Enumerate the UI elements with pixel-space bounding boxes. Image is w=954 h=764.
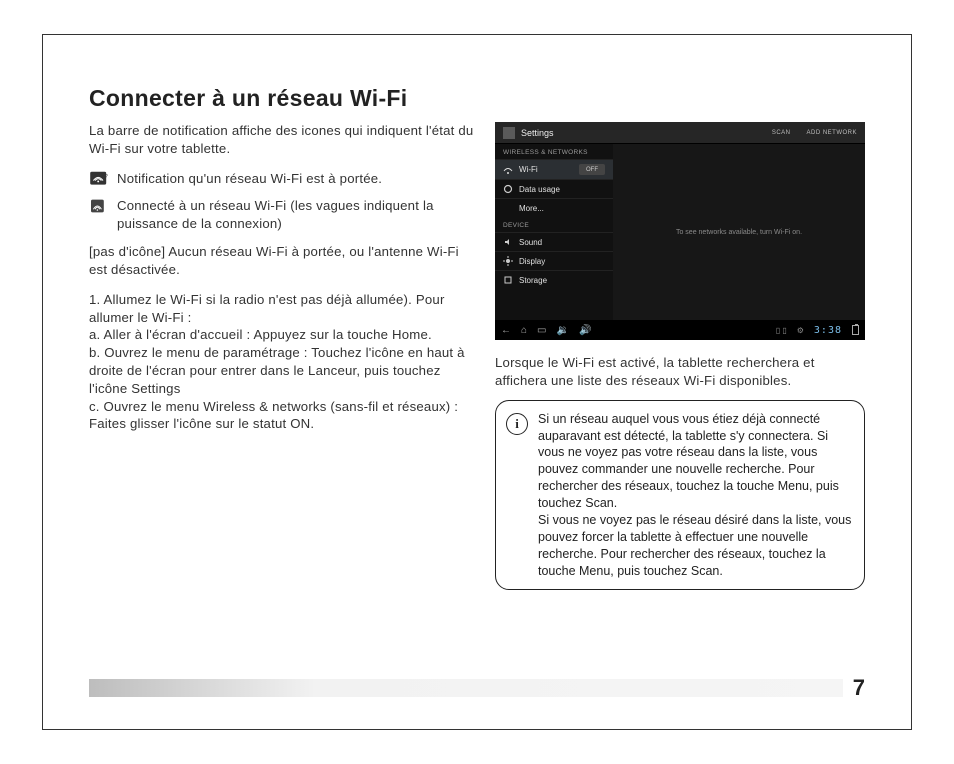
wifi-available-icon: ?: [89, 171, 109, 187]
sound-label: Sound: [519, 238, 542, 247]
sidebar-item-display[interactable]: Display: [495, 251, 613, 270]
tablet-topbar: Settings SCAN ADD NETWORK: [495, 122, 865, 144]
tablet-sidebar: WIRELESS & NETWORKS Wi-Fi OFF: [495, 144, 613, 320]
wifi-connected-line: Connecté à un réseau Wi-Fi (les vagues i…: [89, 197, 475, 233]
status-icon: ▯ ▯: [776, 326, 787, 335]
page-footer: 7: [89, 677, 865, 699]
right-paragraph: Lorsque le Wi-Fi est activé, la tablette…: [495, 354, 865, 390]
sidebar-item-sound[interactable]: Sound: [495, 232, 613, 251]
sidebar-item-data-usage[interactable]: Data usage: [495, 179, 613, 198]
info-p2: Si vous ne voyez pas le réseau désiré da…: [538, 513, 851, 578]
wifi-connected-text: Connecté à un réseau Wi-Fi (les vagues i…: [117, 197, 475, 233]
storage-label: Storage: [519, 276, 547, 285]
bug-icon: ⚙: [797, 326, 804, 335]
step-c: c. Ouvrez le menu Wireless & networks (s…: [89, 398, 475, 434]
step-1: 1. Allumez le Wi-Fi si la radio n'est pa…: [89, 291, 475, 327]
footer-gradient: [89, 679, 843, 697]
page-title: Connecter à un réseau Wi-Fi: [89, 85, 865, 112]
info-icon: i: [506, 413, 528, 435]
tablet-screenshot: Settings SCAN ADD NETWORK WIRELESS & NET…: [495, 122, 865, 340]
data-usage-icon: [503, 184, 513, 194]
intro-text: La barre de notification affiche des ico…: [89, 122, 475, 158]
wifi-toggle[interactable]: OFF: [579, 164, 605, 175]
recents-icon[interactable]: ▭: [537, 325, 546, 336]
data-usage-label: Data usage: [519, 185, 560, 194]
step-a: a. Aller à l'écran d'accueil : Appuyez s…: [89, 326, 475, 344]
svg-text:?: ?: [105, 174, 108, 180]
back-icon[interactable]: ←: [501, 325, 511, 336]
section-wireless: WIRELESS & NETWORKS: [495, 144, 613, 159]
tablet-body: WIRELESS & NETWORKS Wi-Fi OFF: [495, 144, 865, 320]
battery-icon: [852, 325, 859, 335]
wifi-available-line: ? Notification qu'un réseau Wi-Fi est à …: [89, 170, 475, 188]
settings-app-icon: [503, 127, 515, 139]
display-label: Display: [519, 257, 545, 266]
wifi-available-text: Notification qu'un réseau Wi-Fi est à po…: [117, 170, 382, 188]
page-frame: Connecter à un réseau Wi-Fi La barre de …: [42, 34, 912, 730]
sidebar-item-more[interactable]: More...: [495, 198, 613, 217]
sound-icon: [503, 237, 513, 247]
vol-up-icon[interactable]: 🔊: [579, 325, 591, 336]
add-network-button[interactable]: ADD NETWORK: [807, 130, 858, 136]
home-icon[interactable]: ⌂: [521, 325, 527, 336]
right-column: Settings SCAN ADD NETWORK WIRELESS & NET…: [495, 122, 865, 590]
vol-down-icon[interactable]: 🔉: [557, 325, 569, 336]
section-device: DEVICE: [495, 217, 613, 232]
sidebar-item-wifi[interactable]: Wi-Fi OFF: [495, 159, 613, 179]
sidebar-item-storage[interactable]: Storage: [495, 270, 613, 289]
two-column-layout: La barre de notification affiche des ico…: [89, 122, 865, 590]
wifi-icon: [503, 165, 513, 175]
scan-button[interactable]: SCAN: [772, 130, 791, 136]
wifi-label: Wi-Fi: [519, 165, 538, 174]
wifi-connected-icon: [89, 198, 109, 214]
tablet-main-message: To see networks available, turn Wi-Fi on…: [676, 229, 802, 236]
info-callout: i Si un réseau auquel vous vous étiez dé…: [495, 400, 865, 591]
no-icon-text: [pas d'icône] Aucun réseau Wi-Fi à porté…: [89, 243, 475, 279]
more-label: More...: [519, 204, 544, 213]
step-b: b. Ouvrez le menu de paramétrage : Touch…: [89, 344, 475, 397]
tablet-main-pane: To see networks available, turn Wi-Fi on…: [613, 144, 865, 320]
storage-icon: [503, 275, 513, 285]
page-number: 7: [843, 675, 865, 701]
left-column: La barre de notification affiche des ico…: [89, 122, 475, 590]
info-p1: Si un réseau auquel vous vous étiez déjà…: [538, 412, 839, 510]
tablet-navbar: ← ⌂ ▭ 🔉 🔊 ▯ ▯ ⚙ 3:38: [495, 320, 865, 340]
blank-icon: [503, 203, 513, 213]
display-icon: [503, 256, 513, 266]
tablet-app-title: Settings: [521, 128, 554, 138]
clock: 3:38: [814, 325, 842, 336]
info-text: Si un réseau auquel vous vous étiez déjà…: [538, 411, 852, 580]
